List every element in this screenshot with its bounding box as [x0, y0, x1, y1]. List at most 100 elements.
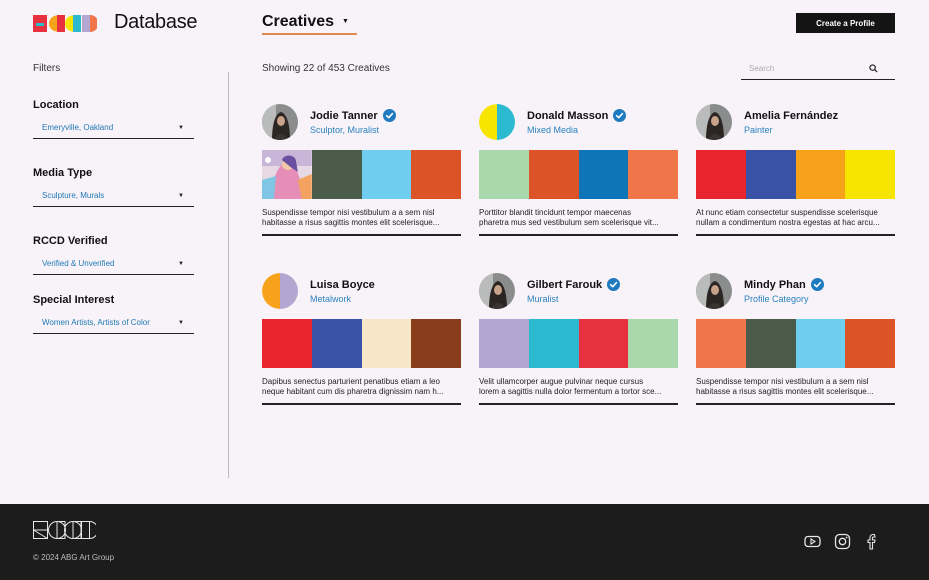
avatar[interactable] — [479, 104, 515, 140]
card-names: Luisa Boyce Metalwork — [310, 279, 375, 304]
caret-down-icon: ▼ — [342, 18, 349, 25]
color-swatch[interactable] — [696, 150, 746, 199]
creative-name[interactable]: Amelia Fernández — [744, 110, 838, 122]
card-names: Donald Masson Mixed Media — [527, 109, 627, 135]
filter-label: Special Interest — [33, 294, 115, 306]
card-header[interactable]: Luisa Boyce Metalwork — [262, 273, 461, 309]
card-divider — [262, 403, 461, 405]
location-select[interactable]: Emeryville, Oakland ▼ — [33, 117, 194, 139]
color-swatch[interactable] — [795, 319, 846, 368]
color-swatch[interactable] — [578, 319, 629, 368]
card-names: Jodie Tanner Sculptor, Muralist — [310, 109, 396, 135]
section-dropdown[interactable]: Creatives ▼ — [262, 13, 357, 35]
youtube-icon[interactable] — [804, 533, 821, 550]
creative-card[interactable]: Luisa Boyce Metalwork Dapibus senectus par… — [262, 273, 461, 405]
creative-name[interactable]: Gilbert Farouk — [527, 279, 602, 291]
avatar[interactable] — [479, 273, 515, 309]
description-line: neque habitant cum dis pharetra dignissi… — [262, 387, 444, 396]
description-line: Dapibus senectus parturient penatibus et… — [262, 377, 440, 386]
creative-name[interactable]: Jodie Tanner — [310, 110, 378, 122]
card-header[interactable]: Amelia Fernández Painter — [696, 104, 895, 140]
card-header[interactable]: Donald Masson Mixed Media — [479, 104, 678, 140]
creative-description: Suspendisse tempor nisi vestibulum a a s… — [262, 208, 461, 229]
verified-select[interactable]: Verified & Unverified ▼ — [33, 253, 194, 275]
artwork-strip — [696, 150, 895, 199]
artwork-thumbnail[interactable] — [262, 150, 312, 199]
search-input[interactable] — [749, 64, 869, 73]
card-header[interactable]: Gilbert Farouk Muralist — [479, 273, 678, 309]
section-dropdown-label: Creatives — [262, 13, 335, 30]
creative-card[interactable]: Donald Masson Mixed Media Porttitor blandi… — [479, 104, 678, 236]
color-swatch[interactable] — [628, 319, 678, 368]
creative-card[interactable]: Mindy Phan Profile Category Suspendisse te… — [696, 273, 895, 405]
facebook-icon[interactable] — [864, 533, 881, 550]
name-row: Gilbert Farouk — [527, 278, 621, 291]
special-interest-select[interactable]: Women Artists, Artists of Color ▼ — [33, 312, 194, 334]
card-header[interactable]: Jodie Tanner Sculptor, Muralist — [262, 104, 461, 140]
color-swatch[interactable] — [361, 150, 412, 199]
card-divider — [696, 403, 895, 405]
color-swatch[interactable] — [795, 150, 846, 199]
search-icon[interactable] — [869, 64, 878, 73]
color-swatch[interactable] — [311, 150, 362, 199]
description-line: Suspendisse tempor nisi vestibulum a a s… — [262, 208, 435, 217]
rccd-logo[interactable] — [33, 15, 97, 32]
avatar[interactable] — [696, 104, 732, 140]
card-header[interactable]: Mindy Phan Profile Category — [696, 273, 895, 309]
card-divider — [479, 234, 678, 236]
color-swatch[interactable] — [311, 319, 362, 368]
card-divider — [479, 403, 678, 405]
creative-name[interactable]: Mindy Phan — [744, 279, 806, 291]
verified-badge-icon — [810, 278, 824, 291]
color-swatch[interactable] — [528, 319, 579, 368]
color-swatch[interactable] — [745, 319, 796, 368]
description-line: Velit ullamcorper augue pulvinar neque c… — [479, 377, 644, 386]
creative-role: Sculptor, Muralist — [310, 125, 380, 135]
media-type-select[interactable]: Sculpture, Murals ▼ — [33, 185, 194, 207]
artwork-strip — [479, 319, 678, 368]
color-swatch[interactable] — [361, 319, 412, 368]
color-swatch[interactable] — [411, 319, 461, 368]
verified-badge-icon — [613, 109, 627, 122]
avatar[interactable] — [696, 273, 732, 309]
color-swatch[interactable] — [845, 150, 895, 199]
creative-name[interactable]: Luisa Boyce — [310, 279, 375, 291]
caret-down-icon: ▼ — [178, 192, 184, 199]
color-swatch[interactable] — [479, 319, 529, 368]
filter-rccd-verified: RCCD Verified Verified & Unverified ▼ — [33, 235, 194, 275]
color-swatch[interactable] — [578, 150, 629, 199]
color-swatch[interactable] — [528, 150, 579, 199]
color-swatch[interactable] — [262, 319, 312, 368]
creative-name[interactable]: Donald Masson — [527, 110, 608, 122]
results-count: Showing 22 of 453 Creatives — [262, 63, 390, 74]
avatar[interactable] — [262, 104, 298, 140]
create-profile-button[interactable]: Create a Profile — [796, 13, 895, 33]
creative-role: Muralist — [527, 294, 559, 304]
instagram-icon[interactable] — [834, 533, 851, 550]
color-swatch[interactable] — [745, 150, 796, 199]
sidebar-divider — [228, 72, 229, 478]
filter-value: Emeryville, Oakland — [42, 123, 114, 132]
description-line: habitasse a risus sagittis montes elit s… — [696, 387, 874, 396]
card-names: Mindy Phan Profile Category — [744, 278, 824, 304]
creative-role: Painter — [744, 124, 773, 135]
color-swatch[interactable] — [479, 150, 529, 199]
color-swatch[interactable] — [411, 150, 461, 199]
creative-description: Velit ullamcorper augue pulvinar neque c… — [479, 377, 678, 398]
creative-card[interactable]: Amelia Fernández Painter At nunc etiam con… — [696, 104, 895, 236]
creative-card[interactable]: Gilbert Farouk Muralist Velit ullamcorper … — [479, 273, 678, 405]
name-row: Amelia Fernández — [744, 110, 838, 122]
name-row: Donald Masson — [527, 109, 627, 122]
description-line: habitasse a risus sagittis montes elit s… — [262, 218, 440, 227]
color-swatch[interactable] — [696, 319, 746, 368]
creative-card[interactable]: Jodie Tanner Sculptor, Muralist Suspendiss… — [262, 104, 461, 236]
color-swatch[interactable] — [845, 319, 895, 368]
caret-down-icon: ▼ — [178, 319, 184, 326]
color-swatch[interactable] — [628, 150, 678, 199]
filter-location: Location Emeryville, Oakland ▼ — [33, 99, 194, 139]
name-row: Mindy Phan — [744, 278, 824, 291]
avatar[interactable] — [262, 273, 298, 309]
card-divider — [696, 234, 895, 236]
rccd-logo-outline[interactable] — [33, 521, 96, 539]
header: Database Creatives ▼ Create a Profile — [0, 0, 929, 48]
